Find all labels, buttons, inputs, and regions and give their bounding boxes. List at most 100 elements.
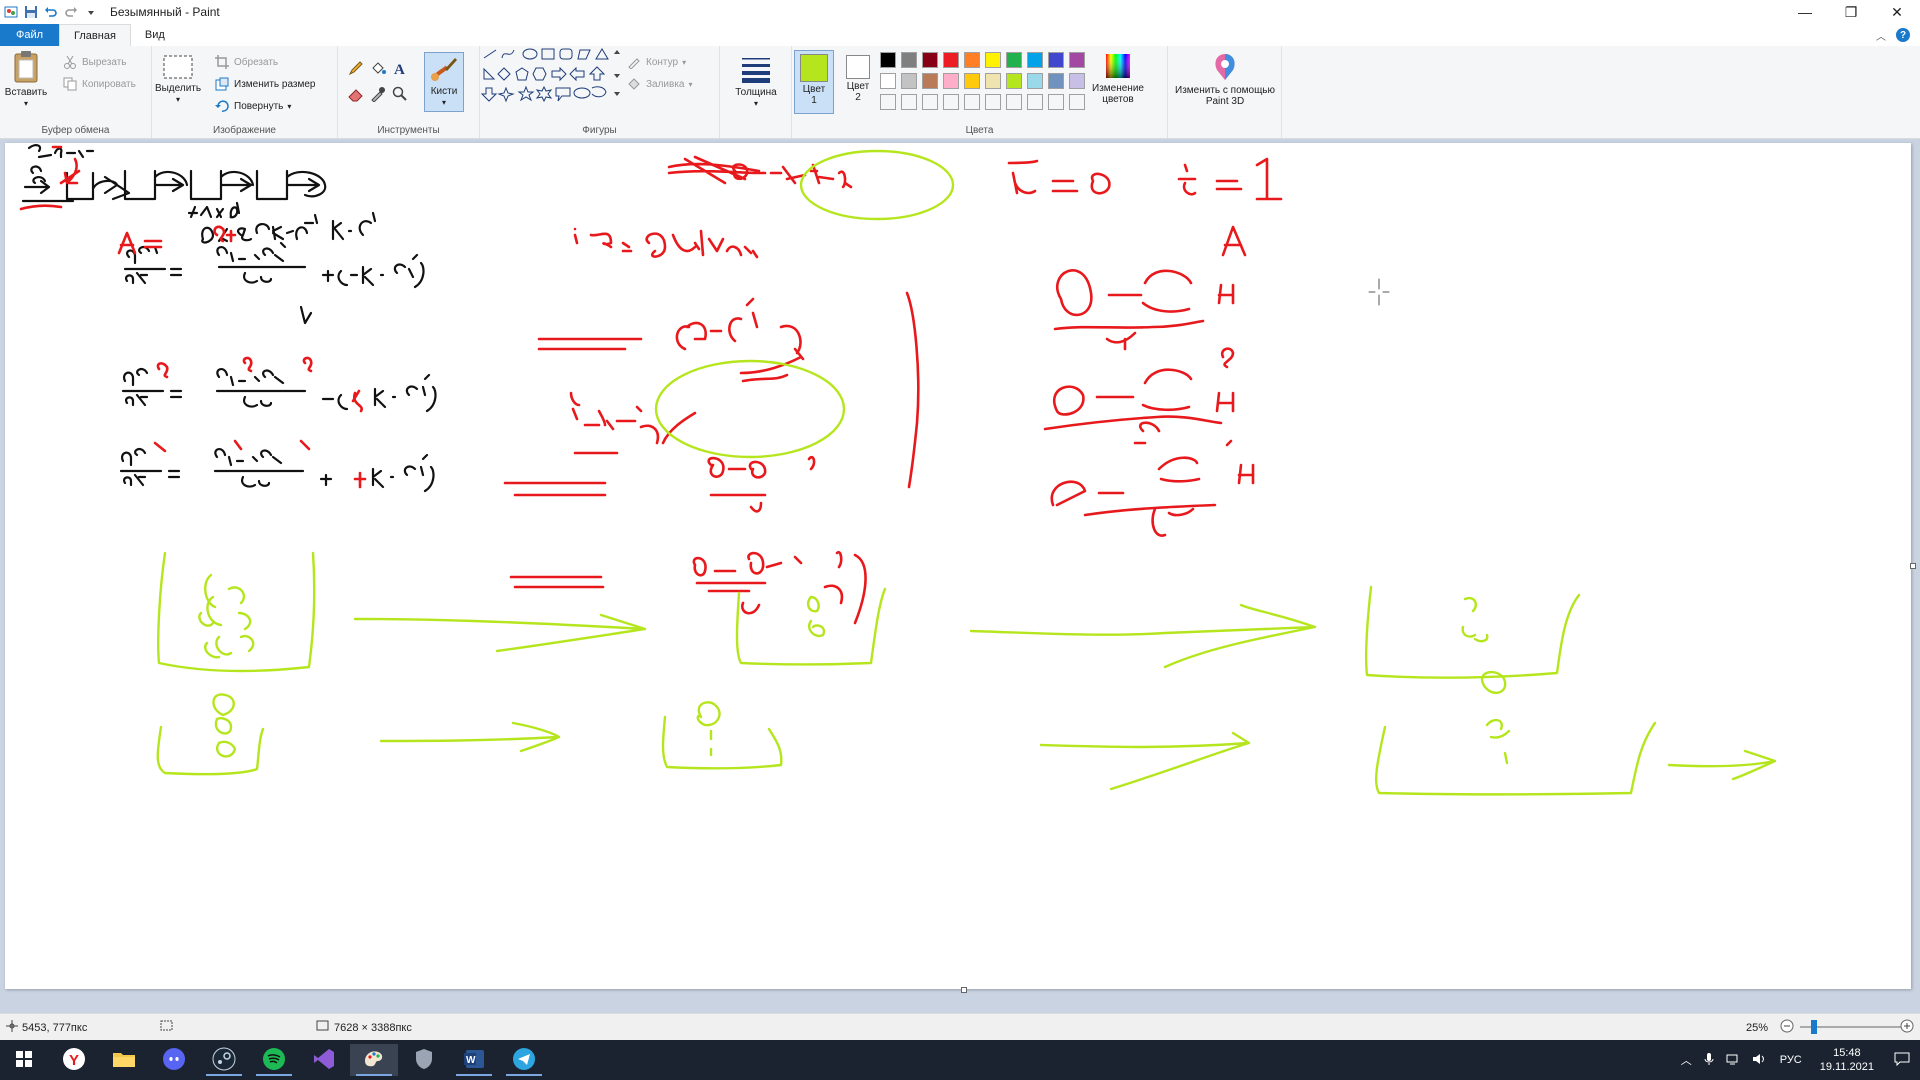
color-picker-icon[interactable]: [370, 86, 386, 102]
drawing-canvas[interactable]: [5, 143, 1911, 989]
crop-button[interactable]: Обрезать: [214, 54, 278, 70]
custom-color-slot[interactable]: [1069, 94, 1085, 110]
color2-button[interactable]: Цвет 2: [838, 50, 878, 117]
palette-color-swatch[interactable]: [922, 52, 938, 68]
canvas-workspace: [0, 139, 1920, 1020]
paste-button[interactable]: Вставить ▾: [4, 50, 48, 109]
zoom-out-button[interactable]: [1780, 1014, 1794, 1041]
taskbar-discord[interactable]: [150, 1044, 198, 1076]
custom-color-slot[interactable]: [1006, 94, 1022, 110]
select-button[interactable]: Выделить ▾: [155, 54, 201, 105]
custom-color-slot[interactable]: [1048, 94, 1064, 110]
copy-button[interactable]: Копировать: [62, 76, 136, 92]
palette-color-swatch[interactable]: [985, 73, 1001, 89]
taskbar-paint[interactable]: [350, 1044, 398, 1076]
palette-color-swatch[interactable]: [1027, 73, 1043, 89]
palette-color-swatch[interactable]: [964, 52, 980, 68]
resize-button[interactable]: Изменить размер: [214, 76, 315, 92]
text-tool-icon[interactable]: A: [392, 60, 408, 76]
maximize-button[interactable]: ❐: [1828, 0, 1874, 24]
palette-color-swatch[interactable]: [1027, 52, 1043, 68]
taskbar-shield-app[interactable]: [400, 1044, 448, 1076]
tab-view[interactable]: Вид: [131, 24, 179, 46]
help-icon[interactable]: ?: [1896, 28, 1910, 42]
zoom-slider-thumb[interactable]: [1811, 1020, 1817, 1034]
minimize-button[interactable]: —: [1782, 0, 1828, 24]
palette-color-swatch[interactable]: [1006, 52, 1022, 68]
palette-color-swatch[interactable]: [1069, 52, 1085, 68]
taskbar-clock[interactable]: 15:48 19.11.2021: [1820, 1046, 1874, 1074]
clipboard-group-label: Буфер обмена: [41, 125, 110, 136]
cut-button[interactable]: Вырезать: [62, 54, 126, 70]
palette-color-swatch[interactable]: [943, 73, 959, 89]
rotate-button[interactable]: Повернуть ▾: [214, 98, 291, 114]
custom-color-slot[interactable]: [922, 94, 938, 110]
palette-color-swatch[interactable]: [985, 52, 1001, 68]
volume-icon[interactable]: [1752, 1052, 1766, 1069]
taskbar-yandex[interactable]: Y: [50, 1044, 98, 1076]
palette-color-swatch[interactable]: [922, 73, 938, 89]
custom-color-slot[interactable]: [964, 94, 980, 110]
paint-app-icon[interactable]: [4, 5, 18, 19]
custom-color-slot[interactable]: [1027, 94, 1043, 110]
paste-label: Вставить: [4, 87, 48, 98]
taskbar-explorer[interactable]: [100, 1044, 148, 1076]
taskbar-spotify[interactable]: [250, 1044, 298, 1076]
network-icon[interactable]: [1726, 1052, 1740, 1069]
size-button[interactable]: Толщина ▾: [728, 54, 784, 109]
canvas-resize-handle-bottom[interactable]: [961, 987, 967, 993]
palette-color-swatch[interactable]: [964, 73, 980, 89]
size-group: Толщина ▾: [720, 46, 792, 138]
custom-color-slot[interactable]: [880, 94, 896, 110]
palette-color-swatch[interactable]: [880, 73, 896, 89]
tab-home[interactable]: Главная: [59, 24, 131, 46]
notifications-icon[interactable]: [1894, 1052, 1910, 1069]
tab-file[interactable]: Файл: [0, 24, 60, 46]
palette-color-swatch[interactable]: [1048, 52, 1064, 68]
taskbar-steam[interactable]: [200, 1044, 248, 1076]
pencil-icon[interactable]: [348, 60, 364, 76]
ribbon-tabs: Файл Главная Вид ︿ ?: [0, 24, 1920, 47]
taskbar-word[interactable]: W: [450, 1044, 498, 1076]
canvas-resize-handle-right[interactable]: [1910, 563, 1916, 569]
taskbar-telegram[interactable]: [500, 1044, 548, 1076]
fill-button[interactable]: Заливка ▾: [626, 76, 693, 92]
edit-colors-button[interactable]: Изменение цветов: [1088, 52, 1148, 105]
zoom-in-button[interactable]: [1900, 1014, 1914, 1041]
color1-button[interactable]: Цвет 1: [794, 50, 834, 114]
language-indicator[interactable]: РУС: [1780, 1054, 1802, 1066]
microphone-icon[interactable]: [1704, 1052, 1714, 1069]
eraser-icon[interactable]: [348, 86, 364, 102]
svg-text:Y: Y: [69, 1052, 79, 1069]
paint3d-button[interactable]: Изменить с помощью Paint 3D: [1172, 52, 1278, 107]
collapse-ribbon-icon[interactable]: ︿: [1876, 28, 1886, 43]
start-button[interactable]: [0, 1044, 48, 1076]
zoom-level: 25%: [1746, 1014, 1768, 1041]
brush-icon: [429, 55, 459, 86]
palette-color-swatch[interactable]: [1006, 73, 1022, 89]
palette-color-swatch[interactable]: [1048, 73, 1064, 89]
selection-rect-icon: [162, 54, 194, 83]
redo-icon[interactable]: [64, 5, 78, 19]
magnifier-icon[interactable]: [392, 86, 408, 102]
custom-color-slot[interactable]: [943, 94, 959, 110]
palette-color-swatch[interactable]: [901, 52, 917, 68]
outline-button[interactable]: Контур ▾: [626, 54, 686, 70]
shapes-gallery-icons[interactable]: [480, 46, 640, 126]
image-size-value: 7628 × 3388пкс: [334, 1021, 412, 1034]
taskbar-visual-studio[interactable]: [300, 1044, 348, 1076]
fill-bucket-icon[interactable]: [370, 60, 386, 76]
tray-show-hidden-icon[interactable]: ︿: [1681, 1052, 1692, 1068]
color2-label: Цвет 2: [846, 81, 870, 103]
customize-toolbar-icon[interactable]: [84, 5, 98, 19]
palette-color-swatch[interactable]: [901, 73, 917, 89]
save-icon[interactable]: [24, 5, 38, 19]
palette-color-swatch[interactable]: [943, 52, 959, 68]
brushes-button[interactable]: Кисти ▾: [424, 52, 464, 112]
palette-color-swatch[interactable]: [1069, 73, 1085, 89]
custom-color-slot[interactable]: [901, 94, 917, 110]
close-button[interactable]: ✕: [1874, 0, 1920, 24]
palette-color-swatch[interactable]: [880, 52, 896, 68]
undo-icon[interactable]: [44, 5, 58, 19]
custom-color-slot[interactable]: [985, 94, 1001, 110]
